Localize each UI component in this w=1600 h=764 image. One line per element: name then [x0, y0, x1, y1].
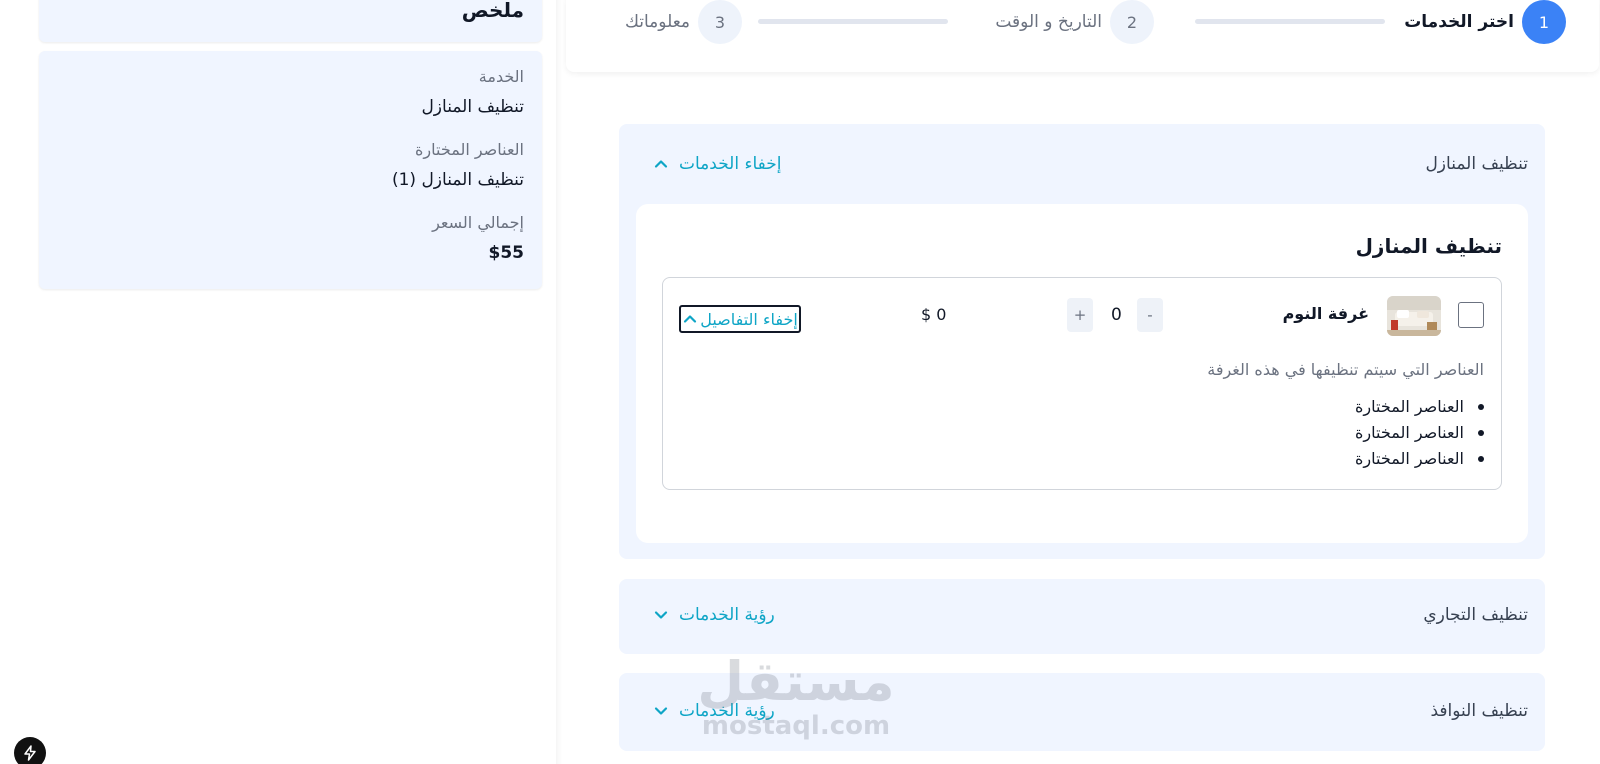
- service-section-home: تنظيف المنازل إخفاء الخدمات تنظيف المناز…: [619, 124, 1545, 559]
- room-name: غرفة النوم: [1282, 304, 1369, 323]
- stepper: 1 اختر الخدمات 2 التاريخ و الوقت 3 معلوم…: [566, 0, 1599, 72]
- room-item: غرفة النوم - 0 + $ 0 إخفاء التفاصيل العن…: [662, 277, 1502, 490]
- summary-items-label: العناصر المختارة: [415, 140, 524, 159]
- step-3-number: 3: [698, 0, 742, 44]
- summary-total-value: $55: [488, 243, 525, 263]
- step-2-label: التاريخ و الوقت: [995, 12, 1102, 32]
- summary-total-label: إجمالي السعر: [432, 213, 524, 232]
- service-name: تنظيف المنازل: [1425, 154, 1528, 174]
- step-2-number: 2: [1110, 0, 1154, 44]
- room-thumbnail: [1387, 296, 1441, 336]
- step-1[interactable]: 1 اختر الخدمات: [1404, 0, 1566, 44]
- card-title: تنظيف المنازل: [1355, 234, 1502, 258]
- summary-items-value: تنظيف المنازل (1): [391, 170, 524, 190]
- quantity-value: 0: [1111, 305, 1122, 325]
- details-description: العناصر التي سيتم تنظيفها في هذه الغرفة: [1207, 360, 1484, 379]
- details-list: العناصر المختارة العناصر المختارة العناص…: [1355, 394, 1484, 472]
- room-checkbox[interactable]: [1458, 302, 1484, 328]
- details-toggle-label: إخفاء التفاصيل: [700, 309, 798, 329]
- service-card: تنظيف المنازل غرفة النوم - 0 + $ 0 إخفاء…: [636, 204, 1528, 543]
- summary-service-label: الخدمة: [478, 67, 524, 86]
- summary-service-value: تنظيف المنازل: [421, 97, 524, 117]
- list-item: العناصر المختارة: [1355, 394, 1484, 420]
- list-item: العناصر المختارة: [1355, 446, 1484, 472]
- step-connector-1: [1195, 19, 1385, 24]
- quantity-decrement-button[interactable]: -: [1137, 298, 1163, 332]
- service-section-commercial: تنظيف التجاري رؤية الخدمات: [619, 579, 1545, 654]
- toggle-label: إخفاء الخدمات: [679, 154, 782, 174]
- step-2[interactable]: 2 التاريخ و الوقت: [995, 0, 1154, 44]
- step-connector-2: [758, 19, 948, 24]
- show-services-toggle[interactable]: رؤية الخدمات: [653, 701, 775, 721]
- show-services-toggle[interactable]: رؤية الخدمات: [653, 605, 775, 625]
- list-item: العناصر المختارة: [1355, 420, 1484, 446]
- summary-header: ملخص: [39, 0, 542, 42]
- summary-title: ملخص: [461, 0, 524, 22]
- toggle-label: رؤية الخدمات: [679, 605, 775, 625]
- service-name: تنظيف التجاري: [1423, 605, 1528, 625]
- chevron-up-icon: [654, 160, 668, 168]
- summary-panel: الخدمة تنظيف المنازل العناصر المختارة تن…: [39, 51, 542, 289]
- step-1-label: اختر الخدمات: [1404, 12, 1514, 32]
- room-price: $ 0: [921, 305, 947, 324]
- chevron-down-icon: [654, 707, 668, 715]
- toggle-label: رؤية الخدمات: [679, 701, 775, 721]
- hide-services-toggle[interactable]: إخفاء الخدمات: [653, 154, 782, 174]
- lightning-bolt-icon[interactable]: [14, 737, 46, 764]
- quantity-increment-button[interactable]: +: [1067, 298, 1093, 332]
- chevron-up-icon: [684, 315, 697, 323]
- chevron-down-icon: [654, 611, 668, 619]
- service-name: تنظيف النوافذ: [1430, 701, 1528, 721]
- hide-details-button[interactable]: إخفاء التفاصيل: [679, 305, 801, 333]
- step-1-number: 1: [1522, 0, 1566, 44]
- step-3-label: معلوماتك: [624, 12, 690, 32]
- service-section-windows: تنظيف النوافذ رؤية الخدمات: [619, 673, 1545, 751]
- step-3[interactable]: 3 معلوماتك: [625, 0, 742, 44]
